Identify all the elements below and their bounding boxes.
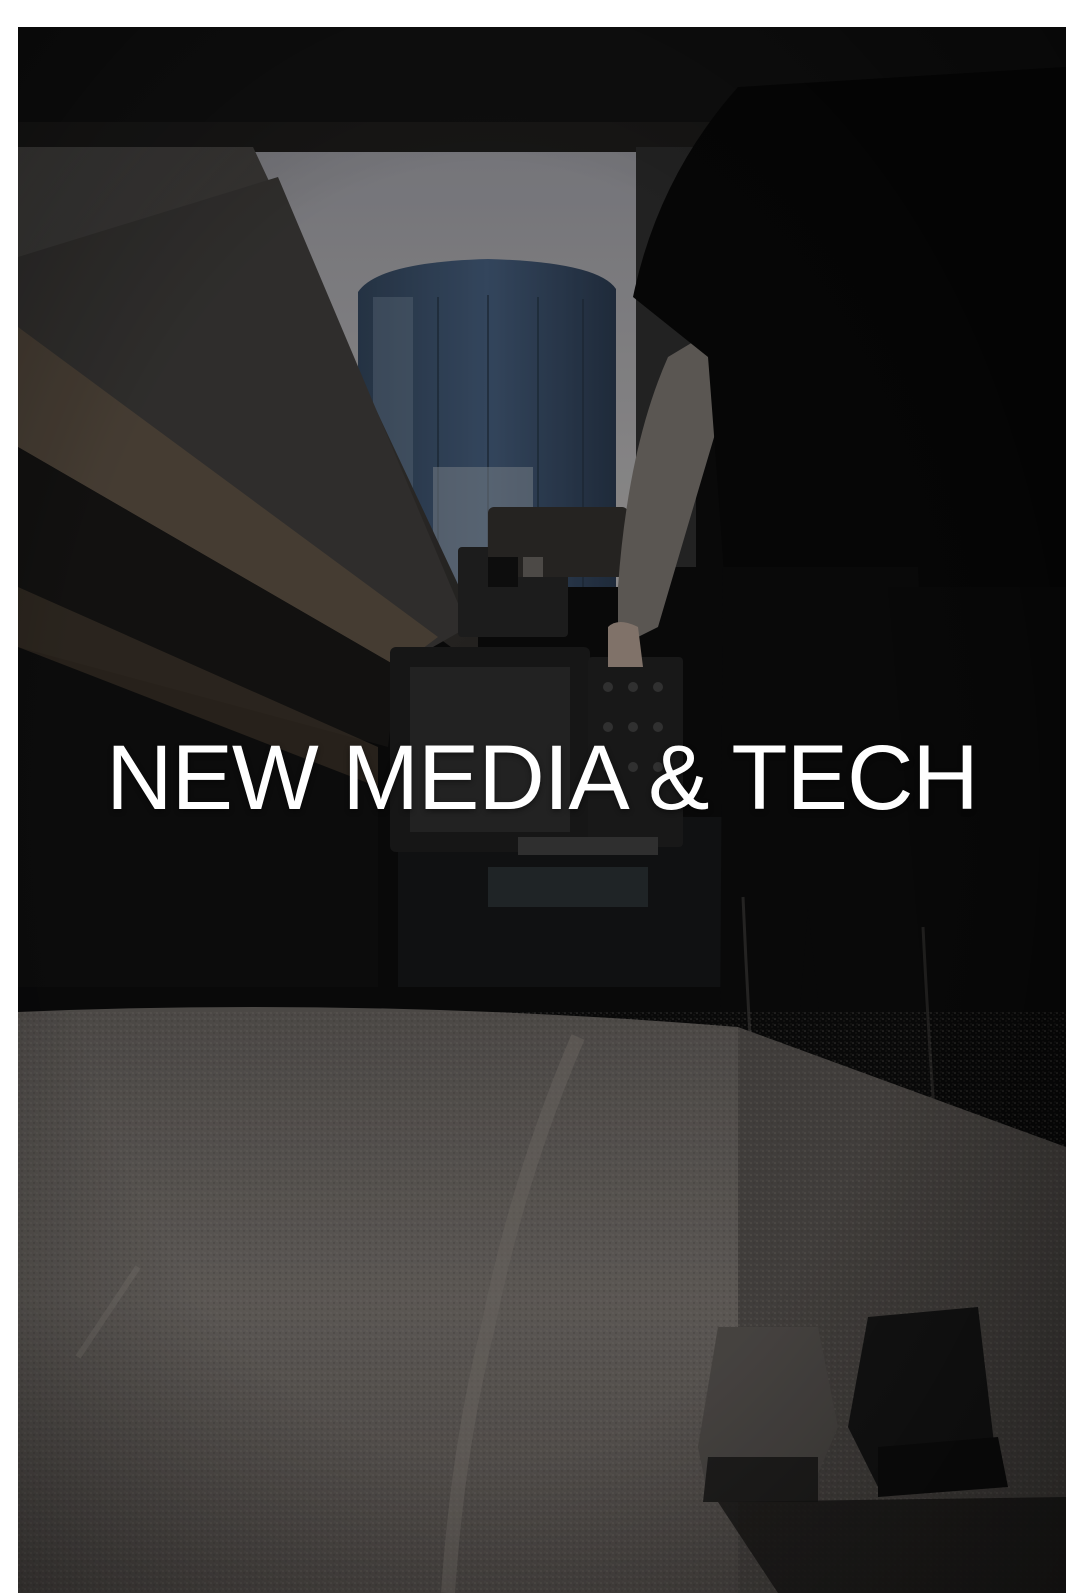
- hero-headline: NEW MEDIA & TECH: [106, 727, 979, 829]
- hero-image-card: NEW MEDIA & TECH: [18, 27, 1066, 1593]
